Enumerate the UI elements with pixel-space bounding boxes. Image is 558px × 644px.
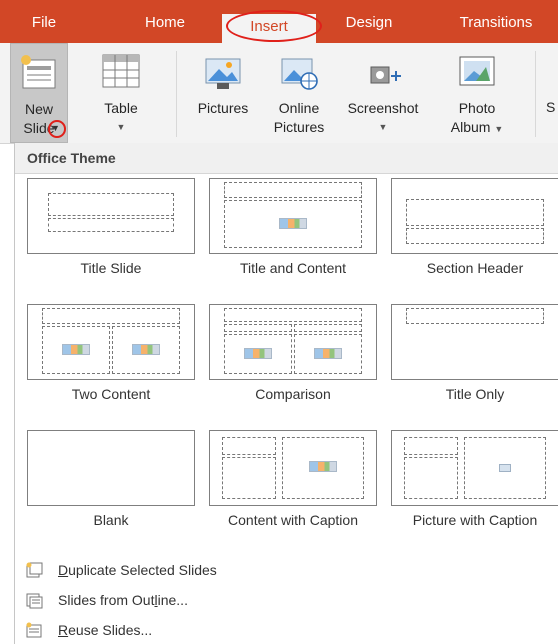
table-icon (101, 53, 141, 94)
new-slide-dropdown: Office Theme Title Slide Title and Conte… (14, 143, 558, 644)
layout-thumbnail (209, 430, 377, 506)
duplicate-slides-label: Duplicate Selected Slides (58, 562, 217, 578)
tab-home[interactable]: Home (130, 12, 200, 34)
content-placeholder-icon (279, 218, 307, 229)
layout-name: Content with Caption (228, 512, 358, 528)
reuse-slides-icon (25, 621, 43, 639)
content-placeholder-icon (244, 348, 272, 359)
layout-name: Comparison (255, 386, 331, 402)
cut-off-button-label[interactable]: S (546, 99, 555, 115)
layout-title-only[interactable]: Title Only (391, 304, 558, 424)
reuse-slides-command[interactable]: Reuse Slides... (15, 616, 558, 644)
gallery-section-header: Office Theme (15, 143, 558, 174)
layout-name: Section Header (426, 260, 524, 276)
layout-thumbnail (209, 304, 377, 380)
new-slide-button[interactable]: New Slide ▼ (10, 43, 68, 143)
layout-picture-with-caption[interactable]: Picture with Caption (391, 430, 558, 550)
layout-thumbnail (391, 430, 558, 506)
ribbon-group-separator (176, 51, 177, 137)
content-placeholder-icon (62, 344, 90, 355)
screenshot-button[interactable]: Screenshot ▼ (340, 43, 426, 143)
duplicate-slides-icon (25, 561, 43, 579)
layout-thumbnail (209, 178, 377, 254)
duplicate-selected-slides-command[interactable]: Duplicate Selected Slides (15, 556, 558, 584)
layout-name: Two Content (71, 386, 151, 402)
pictures-icon (203, 53, 243, 96)
ribbon-group-separator (535, 51, 536, 137)
screenshot-label: Screenshot ▼ (340, 99, 426, 137)
layout-thumbnail (391, 178, 558, 254)
slides-from-outline-label: Slides from Outline... (58, 592, 188, 608)
ribbon-tab-bar: File Home Insert Design Transitions (0, 0, 558, 43)
layout-name: Title and Content (239, 260, 347, 276)
photo-album-icon (456, 53, 498, 96)
reuse-slides-label: Reuse Slides... (58, 622, 153, 638)
new-slide-icon (20, 54, 58, 97)
tab-design[interactable]: Design (328, 12, 410, 34)
layout-name: Title Slide (80, 260, 142, 276)
tab-transitions[interactable]: Transitions (440, 12, 552, 34)
layout-section-header[interactable]: Section Header (391, 178, 558, 298)
pictures-label: Pictures (197, 100, 249, 116)
tab-insert[interactable]: Insert (222, 14, 316, 43)
layout-thumbnail (27, 430, 195, 506)
photo-album-label: Photo Album ▼ (450, 100, 504, 135)
table-button[interactable]: Table ▼ (90, 43, 152, 143)
table-label: Table ▼ (90, 99, 152, 137)
content-placeholder-icon (309, 461, 337, 472)
layout-thumbnail (391, 304, 558, 380)
ribbon-insert-panel: New Slide ▼ Table ▼ Pictures Online Pict… (0, 43, 558, 144)
layout-blank[interactable]: Blank (27, 430, 195, 550)
layout-name: Blank (93, 512, 129, 528)
layout-two-content[interactable]: Two Content (27, 304, 195, 424)
layout-comparison[interactable]: Comparison (209, 304, 377, 424)
layout-title-slide[interactable]: Title Slide (27, 178, 195, 298)
online-pictures-icon (279, 53, 319, 96)
picture-placeholder-icon (499, 464, 511, 472)
slides-from-outline-command[interactable]: Slides from Outline... (15, 586, 558, 614)
photo-album-dropdown-arrow-icon[interactable]: ▼ (494, 124, 503, 134)
online-pictures-button[interactable]: Online Pictures (262, 43, 336, 143)
screenshot-icon (363, 53, 403, 96)
screenshot-dropdown-arrow-icon[interactable]: ▼ (340, 118, 426, 137)
online-pictures-label: Online Pictures (273, 100, 325, 135)
new-slide-dropdown-arrow-icon[interactable]: ▼ (51, 123, 60, 133)
layout-name: Title Only (445, 386, 505, 402)
pictures-button[interactable]: Pictures (186, 43, 260, 143)
content-placeholder-icon (132, 344, 160, 355)
layout-thumbnail (27, 178, 195, 254)
content-placeholder-icon (314, 348, 342, 359)
layout-thumbnail (27, 304, 195, 380)
layout-title-and-content[interactable]: Title and Content (209, 178, 377, 298)
layout-content-with-caption[interactable]: Content with Caption (209, 430, 377, 550)
photo-album-button[interactable]: Photo Album ▼ (432, 43, 522, 143)
layout-name: Picture with Caption (412, 512, 538, 528)
tab-file[interactable]: File (18, 12, 70, 34)
slides-from-outline-icon (25, 591, 43, 609)
section-title: Office Theme (27, 150, 116, 166)
table-dropdown-arrow-icon[interactable]: ▼ (90, 118, 152, 137)
